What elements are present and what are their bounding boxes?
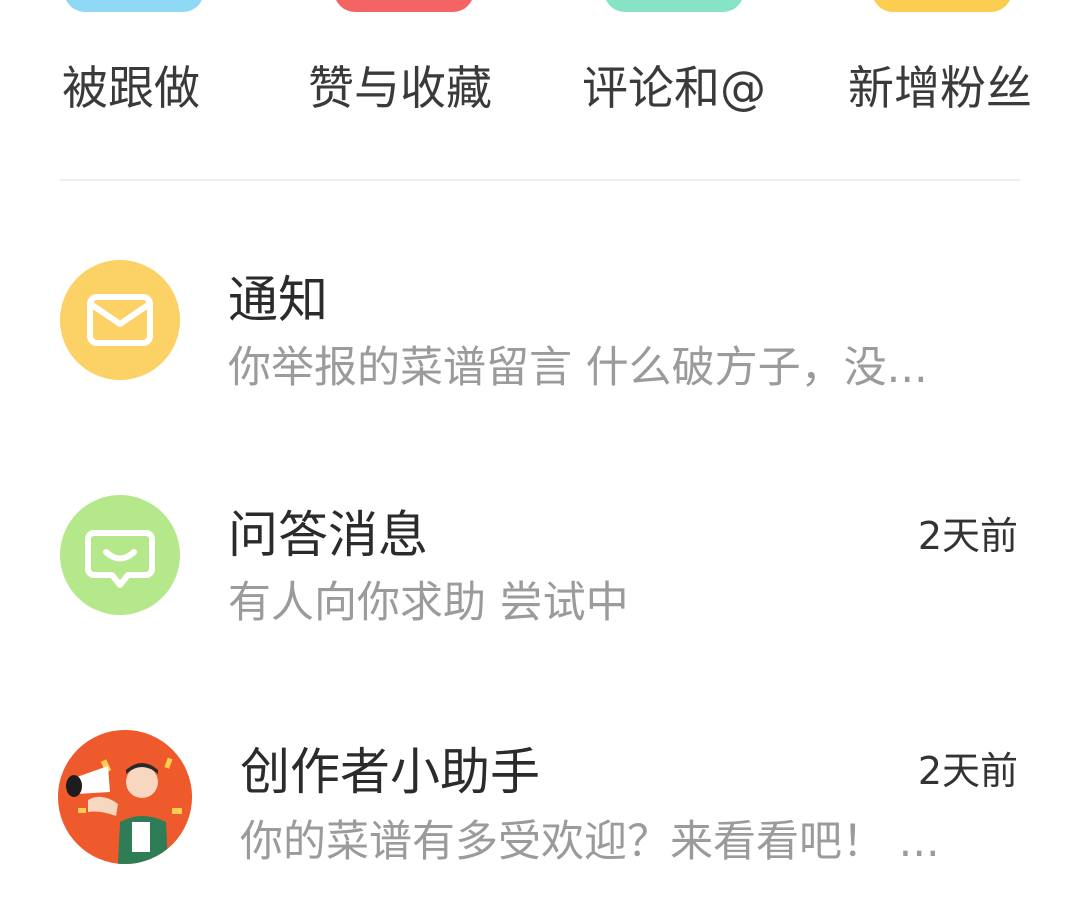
comment-icon bbox=[604, 0, 744, 12]
tab-new-fans-label: 新增粉丝 bbox=[848, 61, 1032, 115]
list-item-qa[interactable]: 问答消息 2天前 有人向你求助 尝试中 bbox=[0, 465, 1080, 665]
divider bbox=[60, 179, 1020, 181]
follow-icon bbox=[64, 0, 204, 12]
tab-follow-label: 被跟做 bbox=[62, 61, 200, 115]
like-icon bbox=[334, 0, 474, 12]
message-time: 2天前 bbox=[917, 514, 1018, 558]
message-preview: 你举报的菜谱留言 什么破方子，没... bbox=[228, 343, 928, 393]
message-title: 通知 bbox=[228, 271, 328, 329]
creator-avatar bbox=[58, 730, 192, 864]
chat-bubble-icon bbox=[60, 495, 180, 615]
fans-icon bbox=[872, 0, 1012, 12]
message-title: 创作者小助手 bbox=[240, 743, 540, 801]
list-item-notification[interactable]: 通知 你举报的菜谱留言 什么破方子，没... bbox=[0, 230, 1080, 430]
list-item-creator-assistant[interactable]: 创作者小助手 2天前 你的菜谱有多受欢迎？来看看吧！ ... bbox=[0, 700, 1080, 900]
message-preview: 有人向你求助 尝试中 bbox=[228, 578, 629, 628]
message-preview: 你的菜谱有多受欢迎？来看看吧！ ... bbox=[240, 817, 940, 867]
tab-likes-label: 赞与收藏 bbox=[308, 61, 492, 115]
message-time: 2天前 bbox=[917, 749, 1018, 793]
tab-comments-label: 评论和@ bbox=[582, 61, 766, 115]
envelope-icon bbox=[60, 260, 180, 380]
message-title: 问答消息 bbox=[228, 506, 428, 564]
